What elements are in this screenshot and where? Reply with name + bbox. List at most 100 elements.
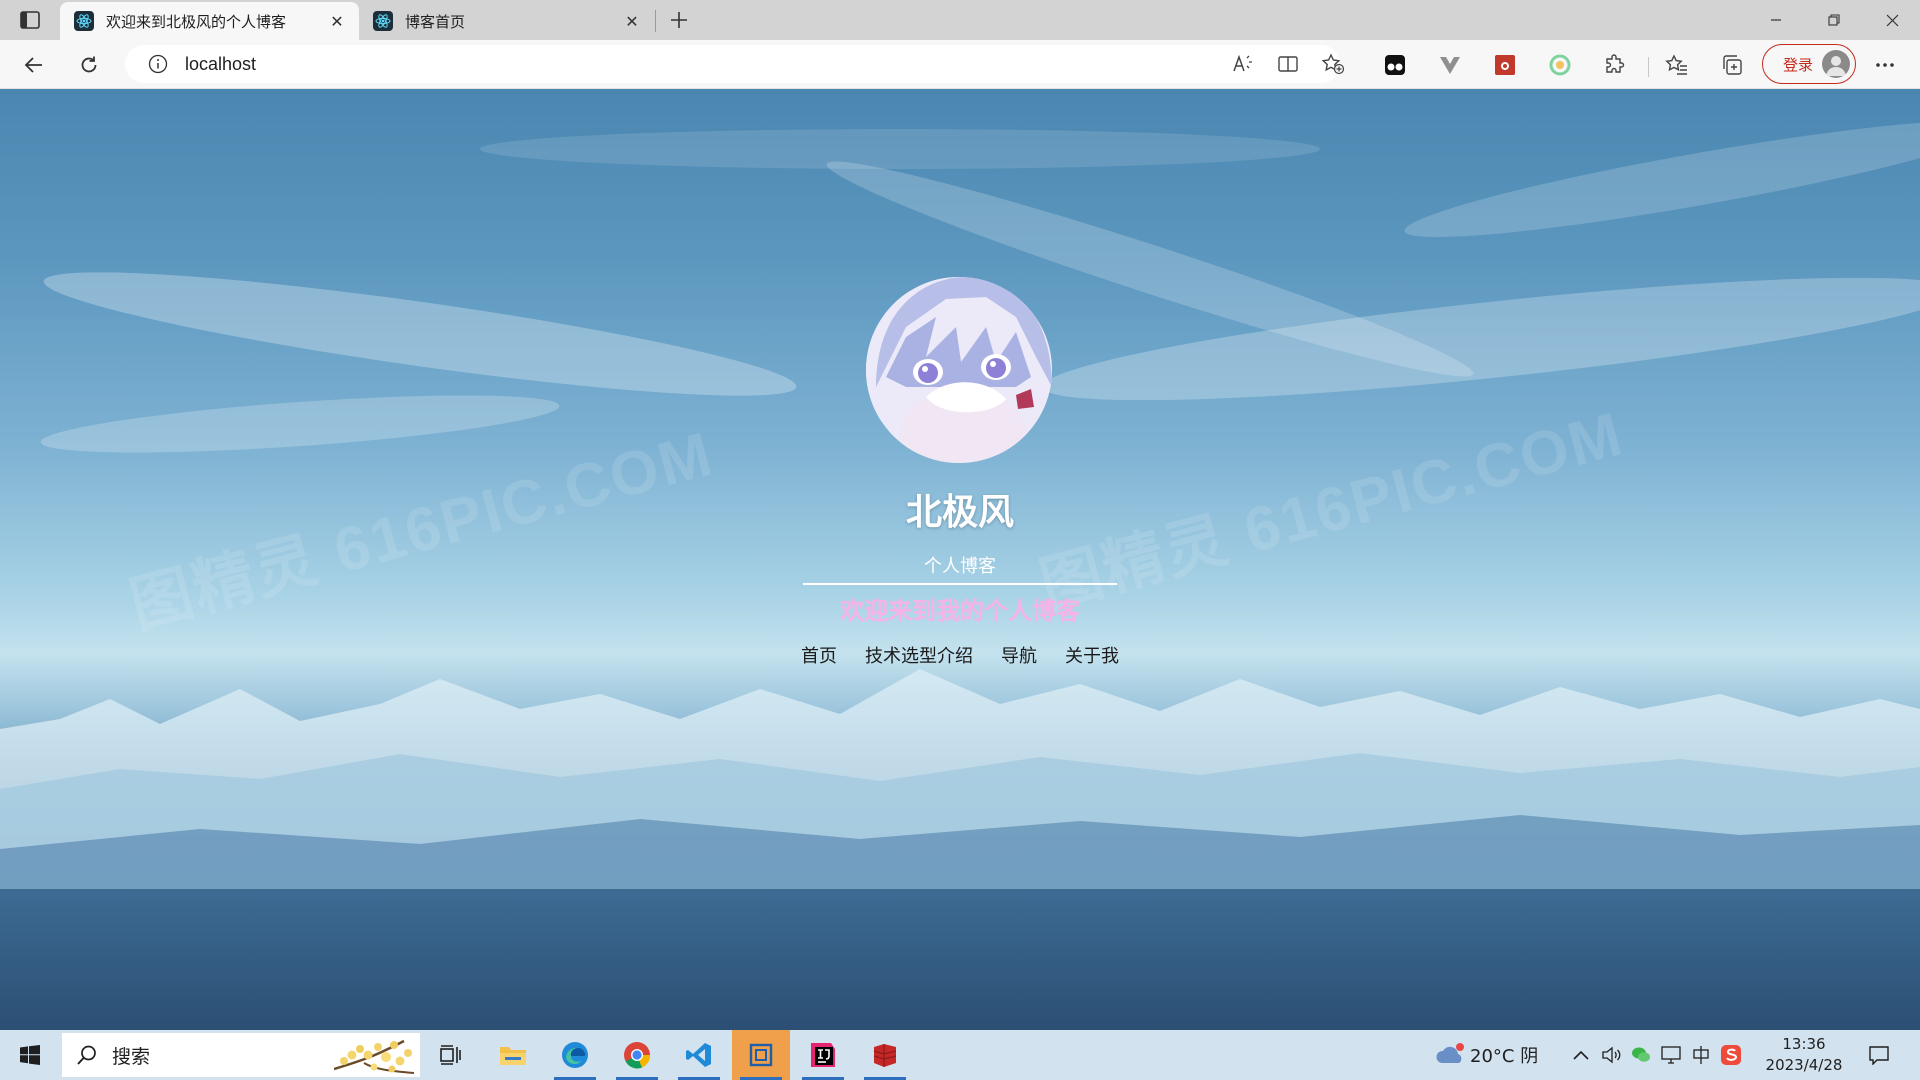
volume-button[interactable] <box>1598 1030 1624 1080</box>
tab-title: 欢迎来到北极风的个人博客 <box>106 12 287 31</box>
plus-icon <box>671 12 687 28</box>
intellij-icon <box>811 1043 835 1067</box>
windows-logo-icon <box>20 1045 40 1065</box>
more-icon <box>1876 63 1894 67</box>
search-placeholder: 搜索 <box>112 1045 151 1068</box>
start-button[interactable] <box>0 1030 60 1080</box>
tab-active[interactable]: 欢迎来到北极风的个人博客 ✕ <box>60 2 359 40</box>
collections-button[interactable] <box>1715 48 1749 82</box>
notification-center-button[interactable] <box>1862 1040 1896 1070</box>
wechat-tray-button[interactable] <box>1628 1030 1654 1080</box>
signin-button[interactable]: 登录 <box>1762 44 1856 84</box>
wechat-icon <box>1632 1047 1650 1062</box>
file-explorer-button[interactable] <box>484 1030 542 1080</box>
favorites-button[interactable] <box>1660 48 1694 82</box>
nav-link-about[interactable]: 关于我 <box>1065 642 1119 668</box>
close-tab-icon[interactable]: ✕ <box>620 9 644 33</box>
show-hidden-icons-button[interactable] <box>1568 1030 1594 1080</box>
close-icon <box>1886 14 1898 26</box>
input-method-button[interactable] <box>1688 1030 1714 1080</box>
nav-link-tech-stack[interactable]: 技术选型介绍 <box>865 642 973 668</box>
back-button[interactable] <box>17 48 51 82</box>
collections-icon <box>1723 55 1742 75</box>
add-favorite-icon[interactable] <box>1318 53 1348 75</box>
speaker-icon <box>1602 1046 1621 1064</box>
weather-icon[interactable] <box>1430 1030 1470 1080</box>
blog-subtitle: 个人博客 <box>924 556 996 577</box>
tab-strip: 欢迎来到北极风的个人博客 ✕ 博客首页 ✕ <box>0 0 1920 40</box>
extension-2-button[interactable] <box>1433 48 1467 82</box>
taskbar-search-box[interactable]: 搜索 <box>62 1033 420 1077</box>
system-clock[interactable]: 13:36 2023/4/28 <box>1756 1034 1852 1076</box>
address-bar[interactable]: localhost <box>125 45 1345 83</box>
nav-link-home[interactable]: 首页 <box>801 642 837 668</box>
edge-button[interactable] <box>546 1030 604 1080</box>
tab-separator <box>655 10 656 32</box>
virtualbox-button[interactable] <box>732 1030 790 1080</box>
ime-chinese-icon <box>1693 1046 1709 1064</box>
search-highlight-flower-image <box>334 1039 415 1074</box>
search-icon <box>76 1044 98 1066</box>
info-icon[interactable] <box>147 53 169 75</box>
tampermonkey-icon <box>1385 55 1405 75</box>
task-view-icon <box>440 1045 461 1065</box>
tab-actions-icon <box>20 11 40 29</box>
weather-readout[interactable]: 20°C 阴 <box>1470 1030 1550 1080</box>
vscode-icon <box>686 1043 711 1067</box>
favorites-icon <box>1665 54 1687 75</box>
back-arrow-icon <box>24 57 42 73</box>
extension-3-button[interactable] <box>1488 48 1522 82</box>
profile-avatar-image <box>866 277 1052 463</box>
tab-title: 博客首页 <box>405 12 466 31</box>
blog-owner-name: 北极风 <box>905 492 1014 533</box>
minimize-button[interactable] <box>1748 0 1804 40</box>
clock-date: 2023/4/28 <box>1765 1056 1843 1074</box>
close-tab-icon[interactable]: ✕ <box>325 9 349 33</box>
weather-text: 20°C 阴 <box>1470 1046 1539 1067</box>
folder-icon <box>500 1047 526 1065</box>
toolbar-divider <box>1648 57 1649 77</box>
restore-icon <box>1828 14 1840 26</box>
minimize-icon <box>1771 19 1781 21</box>
signin-label: 登录 <box>1783 55 1814 74</box>
divider-line <box>803 583 1117 585</box>
redis-manager-button[interactable] <box>856 1030 914 1080</box>
vue-devtools-icon <box>1440 57 1460 74</box>
settings-more-button[interactable] <box>1868 48 1902 82</box>
page-content: 图精灵 616PIC.COM 图精灵 616PIC.COM 北极风 个人博客 欢… <box>0 89 1920 1030</box>
react-icon <box>74 11 94 31</box>
color-picker-icon <box>1549 54 1571 76</box>
tab-actions-button[interactable] <box>14 7 46 33</box>
refresh-button[interactable] <box>72 48 106 82</box>
extension-4-button[interactable] <box>1543 48 1577 82</box>
chevron-up-icon <box>1573 1050 1589 1060</box>
puzzle-icon <box>1606 54 1625 73</box>
virtualbox-icon <box>749 1043 773 1067</box>
new-tab-button[interactable] <box>664 6 694 34</box>
refresh-icon <box>81 56 97 73</box>
network-icon <box>1661 1046 1681 1064</box>
intellij-button[interactable] <box>794 1030 852 1080</box>
chrome-button[interactable] <box>608 1030 666 1080</box>
extension-1-button[interactable] <box>1378 48 1412 82</box>
vscode-button[interactable] <box>670 1030 728 1080</box>
edge-icon <box>562 1042 588 1068</box>
site-nav: 首页 技术选型介绍 导航 关于我 <box>0 642 1920 668</box>
task-view-button[interactable] <box>421 1030 479 1080</box>
chrome-icon <box>624 1042 651 1069</box>
restore-button[interactable] <box>1806 0 1862 40</box>
address-text[interactable]: localhost <box>185 54 256 75</box>
welcome-heading: 欢迎来到我的个人博客 <box>840 597 1080 625</box>
close-window-button[interactable] <box>1864 0 1920 40</box>
tab-inactive[interactable]: 博客首页 ✕ <box>359 2 654 40</box>
windows-taskbar: 搜索 20°C 阴 13:36 2023/4/28 <box>0 1030 1920 1080</box>
sogou-ime-button[interactable] <box>1718 1030 1744 1080</box>
extensions-button[interactable] <box>1598 48 1632 82</box>
nav-link-navigation[interactable]: 导航 <box>1001 642 1037 668</box>
browser-toolbar: localhost 登录 <box>0 40 1920 89</box>
network-button[interactable] <box>1658 1030 1684 1080</box>
immersive-reader-icon[interactable] <box>1273 53 1303 75</box>
notification-icon <box>1869 1046 1889 1065</box>
read-aloud-icon[interactable] <box>1228 53 1258 75</box>
redis-icon <box>873 1044 897 1067</box>
